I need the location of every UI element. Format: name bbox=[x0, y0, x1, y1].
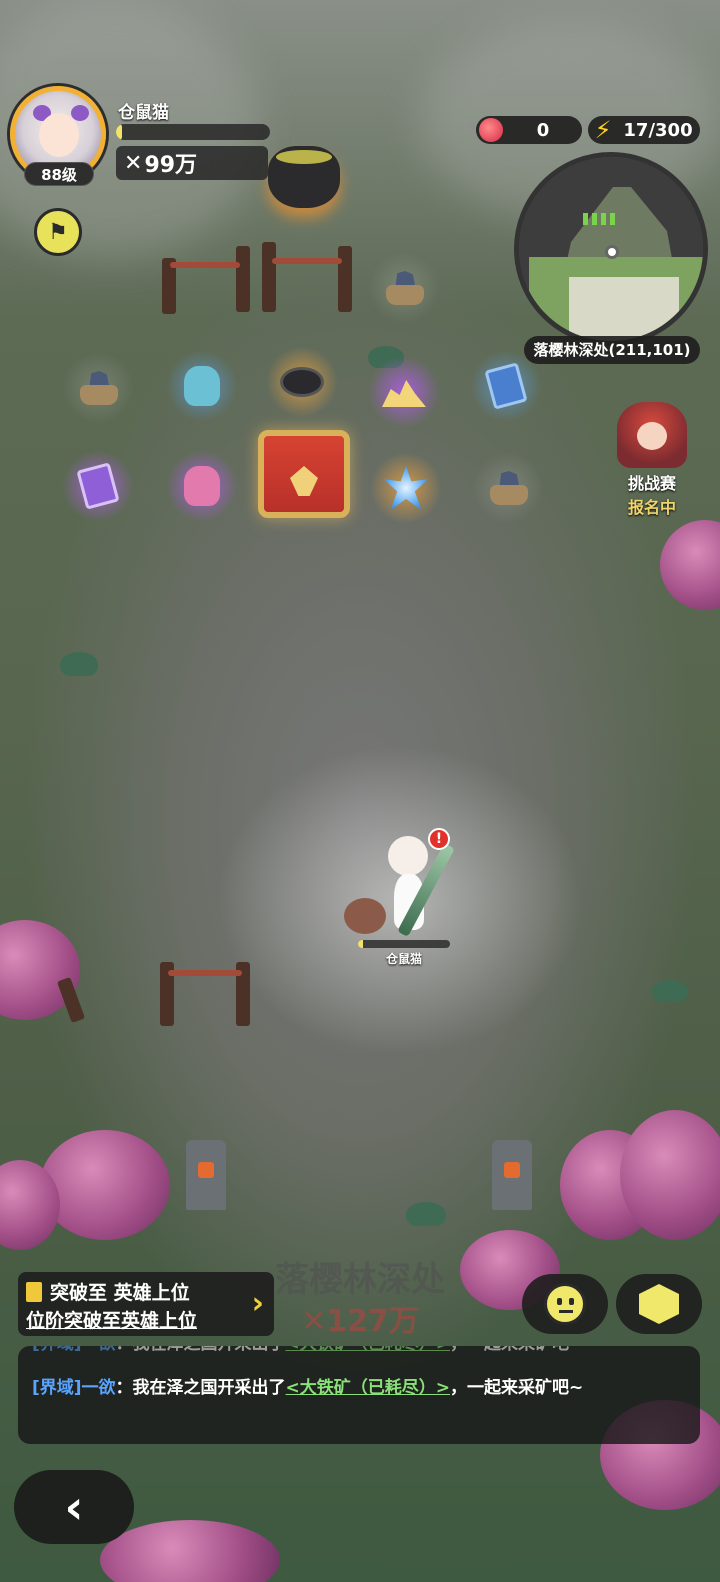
chat-text: ，一起来采矿吧~ bbox=[450, 1378, 584, 1398]
blue-scroll-icon bbox=[484, 362, 528, 410]
player-head bbox=[388, 836, 428, 876]
pink-bag-loot[interactable] bbox=[166, 450, 238, 522]
purple-scroll-loot[interactable] bbox=[62, 450, 134, 522]
ore-icon bbox=[488, 471, 528, 505]
quest-document-icon bbox=[26, 1281, 42, 1302]
medal-icon bbox=[280, 367, 324, 397]
chat-message: [界域]一欲：我在泽之国开采出了<大铁矿（已耗尽）>，一起来采矿吧~ bbox=[32, 1374, 686, 1402]
gold-pile-loot[interactable] bbox=[368, 356, 440, 428]
power-icon: ✕ bbox=[301, 1304, 327, 1339]
ore-loot[interactable] bbox=[472, 452, 544, 524]
challenge-character-icon bbox=[617, 402, 687, 468]
chat-item-link[interactable]: <大铁矿（已耗尽）> bbox=[286, 1346, 451, 1354]
cherry-tree bbox=[660, 520, 720, 610]
ore-icon bbox=[78, 371, 118, 405]
emoji-icon bbox=[544, 1283, 586, 1325]
chevron-left-icon: ‹ bbox=[64, 1480, 84, 1534]
quest-description: 位阶突破至英雄上位 bbox=[26, 1310, 198, 1332]
combat-power-value: 99万 bbox=[144, 153, 198, 178]
chat-item-link[interactable]: <大铁矿（已耗尽）> bbox=[286, 1378, 451, 1398]
fence-post bbox=[262, 242, 276, 312]
combat-power: ✕ 99万 bbox=[116, 146, 268, 180]
ore-loot[interactable] bbox=[62, 352, 134, 424]
lightning-icon: ⚡ bbox=[594, 116, 612, 144]
chat-text: ：我在泽之国开采出了 bbox=[116, 1346, 286, 1354]
player-hp-fill bbox=[358, 940, 363, 948]
power-icon: ✕ bbox=[124, 150, 143, 176]
player-hp-bar bbox=[358, 940, 450, 948]
challenge-status: 报名中 bbox=[627, 498, 676, 517]
challenge-title: 挑战赛 bbox=[627, 474, 676, 493]
chat-channel[interactable]: [界域]一欲 bbox=[32, 1346, 116, 1354]
chat-channel[interactable]: [界域]一欲 bbox=[32, 1378, 116, 1398]
horn-icon bbox=[71, 105, 89, 121]
minimap-markers bbox=[583, 213, 617, 225]
ore-icon bbox=[384, 271, 424, 305]
emote-button[interactable] bbox=[522, 1274, 608, 1334]
stone-lantern bbox=[186, 1140, 226, 1210]
chevron-right-icon: › bbox=[251, 1286, 264, 1321]
energy-count: 17/300 bbox=[623, 119, 693, 141]
gold-pile-icon bbox=[382, 380, 426, 407]
alert-icon[interactable]: ! bbox=[428, 828, 450, 850]
cherry-tree bbox=[100, 1520, 280, 1582]
inventory-button[interactable] bbox=[616, 1274, 702, 1334]
bush bbox=[652, 980, 688, 1002]
ore-loot[interactable] bbox=[368, 252, 440, 324]
avatar-face bbox=[39, 113, 79, 157]
player-name: 仓鼠猫 bbox=[118, 103, 169, 123]
medal-loot[interactable] bbox=[266, 346, 338, 418]
purple-scroll-icon bbox=[76, 462, 120, 510]
blue-bag-icon bbox=[184, 366, 220, 406]
zone-power-value: 127万 bbox=[326, 1304, 419, 1339]
chat-text: ，一起来采矿吧~ bbox=[450, 1346, 583, 1354]
treasure-chest-icon[interactable] bbox=[258, 430, 350, 518]
bush bbox=[60, 652, 98, 676]
minimap-player-dot bbox=[605, 245, 619, 259]
chat-message: [界域]一欲：我在泽之国开采出了<大铁矿（已耗尽）>，一起来采矿吧~ bbox=[32, 1346, 686, 1374]
level-badge: 88级 bbox=[24, 162, 94, 186]
fence-rope bbox=[168, 970, 242, 976]
challenge-event-button[interactable]: 挑战赛 报名中 bbox=[604, 402, 700, 517]
apple-resource[interactable]: 0 bbox=[476, 116, 582, 144]
map-location-label: 落樱林深处(211,101) bbox=[524, 336, 700, 364]
cauldron[interactable] bbox=[268, 146, 340, 208]
minimap[interactable] bbox=[514, 152, 708, 346]
stone-lantern bbox=[492, 1140, 532, 1210]
cube-icon bbox=[639, 1284, 679, 1324]
blue-bag-loot[interactable] bbox=[166, 350, 238, 422]
quest-title-row: 突破至 英雄上位 bbox=[26, 1278, 190, 1305]
bush bbox=[406, 1202, 446, 1226]
quest-title: 突破至 英雄上位 bbox=[50, 1282, 190, 1304]
energy-resource[interactable]: ⚡ 17/300 bbox=[588, 116, 700, 144]
fence-rope bbox=[272, 258, 342, 264]
crystal-icon bbox=[384, 466, 428, 510]
back-button[interactable]: ‹ bbox=[14, 1470, 134, 1544]
fence-post bbox=[236, 246, 250, 312]
player-map-name: 仓鼠猫 bbox=[385, 952, 422, 966]
game-scene[interactable]: ! 仓鼠猫 落樱林深处 ✕127万 88级 仓鼠猫 ✕ 99万 ⚑ 0 ⚡ 17… bbox=[0, 0, 720, 1582]
fence-post bbox=[338, 246, 352, 312]
fence-rope bbox=[170, 262, 240, 268]
exp-bar bbox=[116, 124, 270, 140]
quest-tracker[interactable]: 突破至 英雄上位 位阶突破至英雄上位 › bbox=[18, 1272, 274, 1336]
chat-text: ：我在泽之国开采出了 bbox=[115, 1378, 286, 1398]
apple-count: 0 bbox=[536, 119, 550, 141]
crystal-loot[interactable] bbox=[370, 452, 442, 524]
pink-bag-icon bbox=[184, 466, 220, 506]
apple-icon bbox=[479, 118, 503, 142]
flag-icon: ⚑ bbox=[48, 219, 68, 245]
chat-panel[interactable]: [界域]一欲：我在泽之国开采出了<大铁矿（已耗尽）>，一起来采矿吧~ [界域]一… bbox=[18, 1346, 700, 1444]
cherry-tree bbox=[620, 1110, 720, 1240]
flag-menu-button[interactable]: ⚑ bbox=[34, 208, 82, 256]
cherry-tree bbox=[40, 1130, 170, 1240]
